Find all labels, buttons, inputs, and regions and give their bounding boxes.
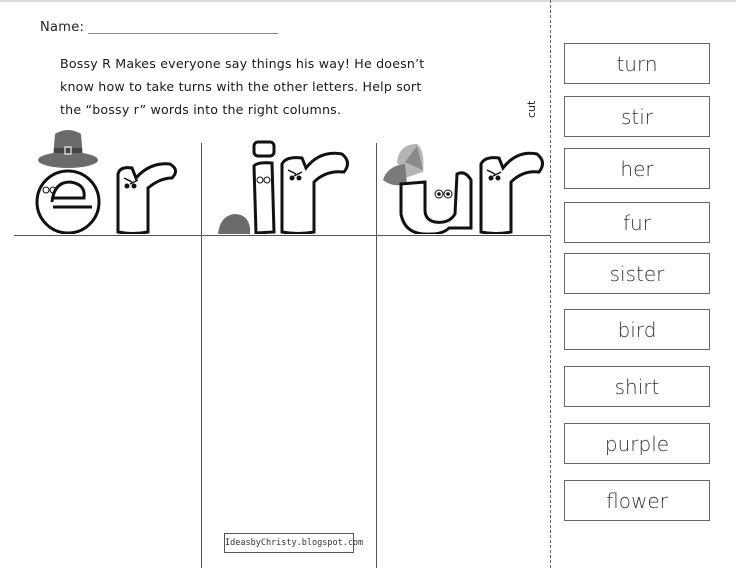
instructions-line: the “bossy r” words into the right colum… [60,102,342,117]
letter-e [35,169,101,234]
letter-r [280,151,349,234]
baseball-cap-icon [383,144,424,186]
word-card[interactable]: flower [564,480,710,521]
word-card[interactable]: her [564,148,710,189]
column-header-er [20,122,200,234]
pilgrim-hat-icon [38,130,98,168]
er-letters-graphic [35,130,177,234]
ir-letters-graphic [218,140,349,234]
cut-dashed-line [550,0,551,568]
column-header-ir [202,122,376,234]
word-card[interactable]: stir [564,96,710,137]
letter-r [116,162,177,234]
sort-column-er[interactable] [14,236,200,568]
word-card[interactable]: purple [564,423,710,464]
page-top-edge [0,0,736,2]
cut-label: cut [525,100,538,118]
letter-i [252,140,276,234]
letter-r [479,151,544,234]
credit-label: IdeasbyChristy.blogspot.com [224,533,363,553]
word-card[interactable]: shirt [564,366,710,407]
hard-hat-icon [218,214,250,234]
sort-column-ur[interactable] [377,236,549,568]
instructions-line: know how to take turns with the other le… [60,79,422,94]
letter-u [399,171,473,234]
word-card[interactable]: bird [564,309,710,350]
instructions: Bossy R Makes everyone say things his wa… [60,52,500,121]
name-input-line[interactable] [88,33,278,34]
word-card[interactable]: turn [564,43,710,84]
sort-column-ir[interactable] [202,236,375,568]
word-card[interactable]: sister [564,253,710,294]
instructions-line: Bossy R Makes everyone say things his wa… [60,56,425,71]
name-label: Name: [40,20,85,35]
word-card[interactable]: fur [564,202,710,243]
ur-letters-graphic [383,144,544,234]
column-header-ur [377,122,550,234]
